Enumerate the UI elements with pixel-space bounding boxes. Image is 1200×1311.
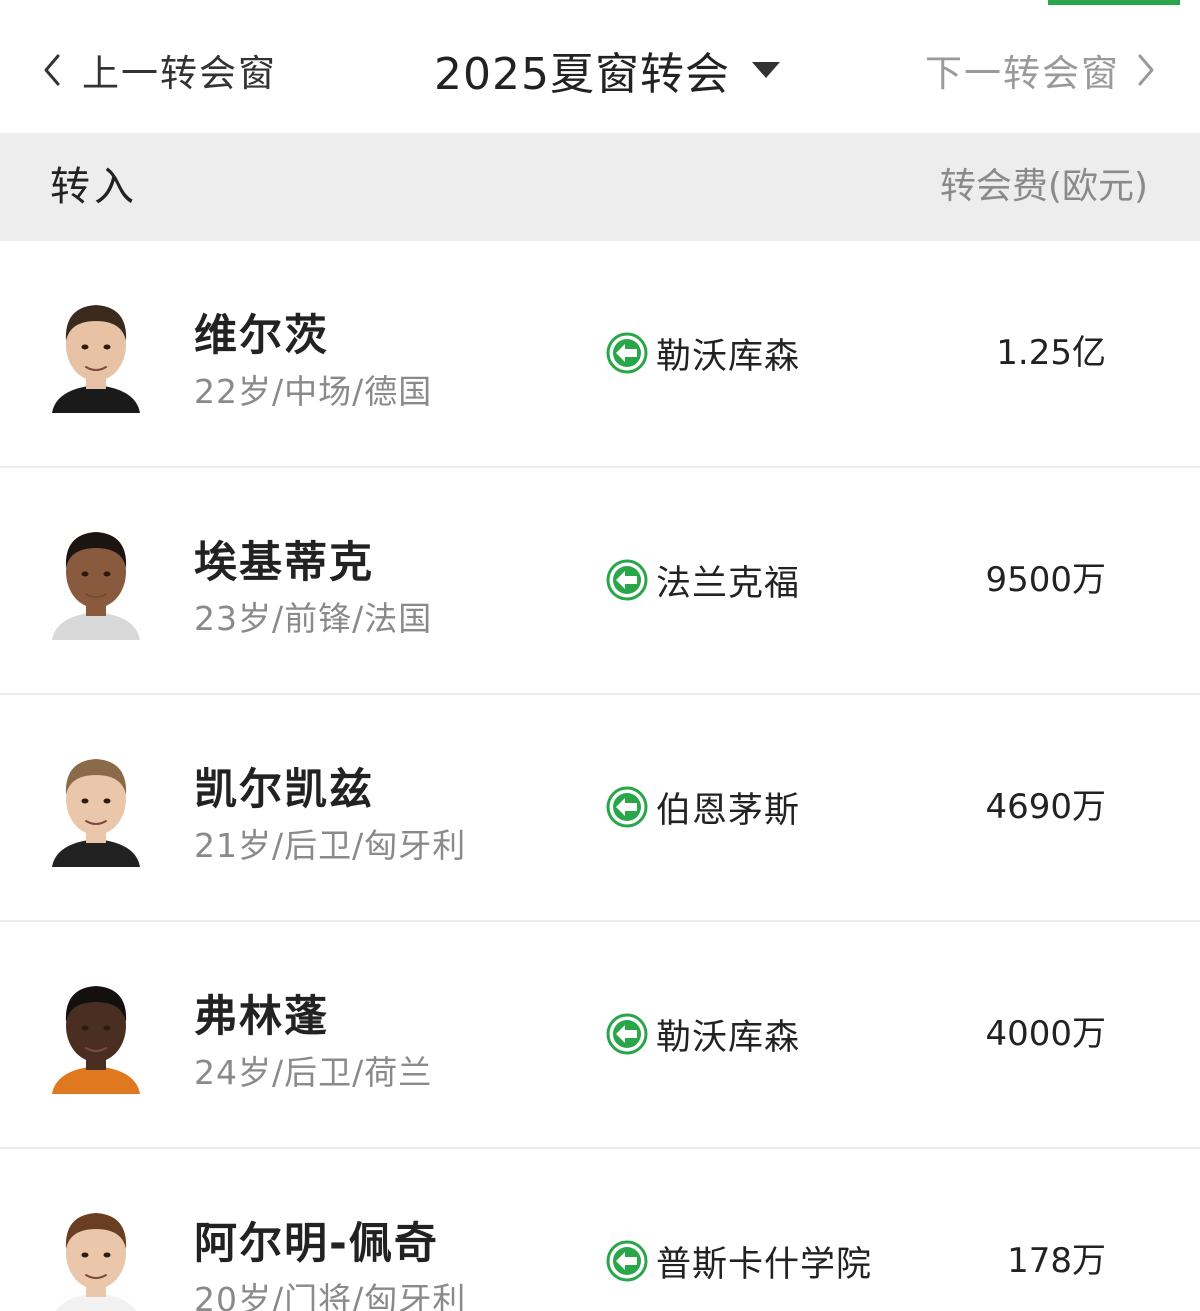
player-avatar	[44, 745, 148, 867]
arrow-in-icon	[606, 786, 648, 828]
transfers-in-header: 转入 转会费(欧元)	[0, 133, 1200, 241]
arrow-in-icon	[606, 559, 648, 601]
from-club-name: 普斯卡什学院	[656, 1244, 873, 1285]
transfer-row[interactable]: 凯尔凯兹 21岁/后卫/匈牙利 伯恩茅斯 4690万	[0, 695, 1200, 922]
transfer-window-nav: 上一转会窗 2025夏窗转会 下一转会窗	[0, 0, 1200, 133]
transfer-row[interactable]: 阿尔明-佩奇 20岁/门将/匈牙利 普斯卡什学院 178万	[0, 1149, 1200, 1311]
player-portrait-icon	[55, 1213, 137, 1311]
player-avatar	[44, 291, 148, 413]
transfer-row[interactable]: 维尔茨 22岁/中场/德国 勒沃库森 1.25亿	[0, 241, 1200, 468]
arrow-in-icon	[606, 332, 648, 374]
prev-window-button[interactable]: 上一转会窗	[38, 40, 277, 100]
player-portrait-icon	[52, 305, 140, 413]
arrow-in-icon	[606, 1240, 648, 1282]
transfer-fee: 178万	[1007, 1241, 1106, 1281]
player-name: 维尔茨	[194, 311, 329, 361]
from-club: 勒沃库森	[606, 329, 800, 377]
player-info: 22岁/中场/德国	[194, 372, 433, 411]
transfer-fee: 1.25亿	[996, 333, 1106, 373]
player-info: 24岁/后卫/荷兰	[194, 1053, 433, 1092]
player-info: 23岁/前锋/法国	[194, 599, 433, 638]
transfer-fee: 9500万	[985, 560, 1106, 600]
transfer-list: 维尔茨 22岁/中场/德国 勒沃库森 1.25亿 埃基蒂克 23岁/前锋/法国 …	[0, 241, 1200, 1311]
player-portrait-icon	[52, 532, 140, 640]
player-avatar	[44, 1199, 148, 1311]
player-info: 21岁/后卫/匈牙利	[194, 826, 467, 865]
window-selector[interactable]: 2025夏窗转会	[434, 38, 782, 102]
chevron-left-icon	[44, 54, 60, 86]
player-name: 弗林蓬	[194, 992, 329, 1042]
from-club-name: 勒沃库森	[656, 336, 801, 377]
player-name: 凯尔凯兹	[194, 765, 374, 815]
transfer-row[interactable]: 弗林蓬 24岁/后卫/荷兰 勒沃库森 4000万	[0, 922, 1200, 1149]
transfer-fee: 4000万	[985, 1014, 1106, 1054]
from-club: 普斯卡什学院	[606, 1237, 872, 1285]
fee-column-header: 转会费(欧元)	[939, 166, 1148, 207]
section-title: 转入	[50, 164, 138, 210]
transfer-fee: 4690万	[985, 787, 1106, 827]
next-window-label: 下一转会窗	[925, 52, 1120, 95]
player-avatar	[44, 518, 148, 640]
player-avatar	[44, 972, 148, 1094]
player-portrait-icon	[52, 759, 140, 867]
from-club-name: 勒沃库森	[656, 1017, 801, 1058]
from-club: 勒沃库森	[606, 1010, 800, 1058]
player-name: 阿尔明-佩奇	[194, 1219, 439, 1269]
player-info: 20岁/门将/匈牙利	[194, 1280, 467, 1311]
transfer-row[interactable]: 埃基蒂克 23岁/前锋/法国 法兰克福 9500万	[0, 468, 1200, 695]
player-name: 埃基蒂克	[194, 538, 374, 588]
player-portrait-icon	[52, 986, 140, 1094]
from-club-name: 伯恩茅斯	[656, 790, 801, 831]
from-club-name: 法兰克福	[656, 563, 801, 604]
from-club: 伯恩茅斯	[606, 783, 800, 831]
window-title: 2025夏窗转会	[434, 49, 730, 100]
caret-down-icon	[751, 62, 780, 78]
arrow-in-icon	[606, 1013, 648, 1055]
prev-window-label: 上一转会窗	[82, 52, 277, 95]
next-window-button[interactable]: 下一转会窗	[925, 40, 1160, 100]
chevron-right-icon	[1138, 54, 1154, 86]
from-club: 法兰克福	[606, 556, 800, 604]
